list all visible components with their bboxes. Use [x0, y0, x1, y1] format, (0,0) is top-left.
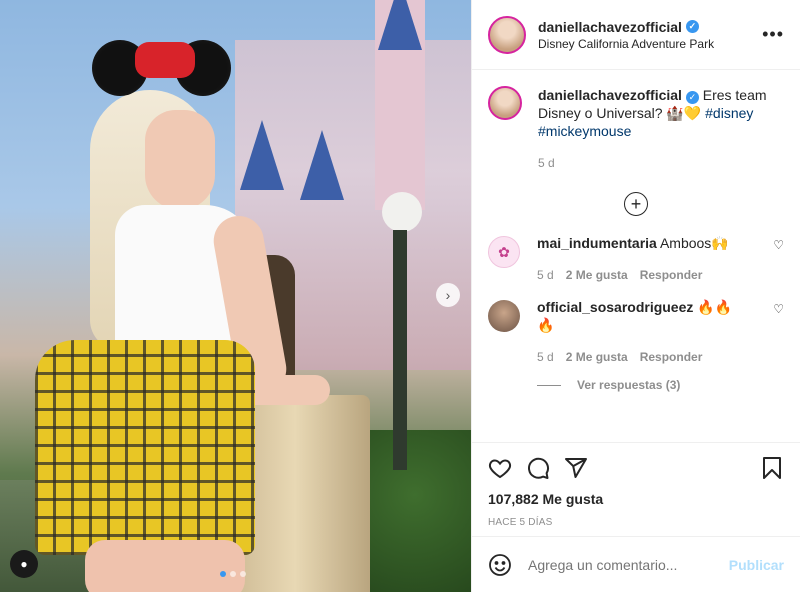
reply-button[interactable]: Responder: [640, 266, 703, 284]
view-replies-button[interactable]: Ver respuestas (3): [537, 378, 784, 392]
comment-item: ✿ mai_indumentaria Amboos🙌 5 d 2 Me gust…: [488, 234, 784, 284]
commenter-username[interactable]: official_sosarodrigueez: [537, 299, 693, 315]
author-avatar[interactable]: [488, 86, 522, 120]
emoji-icon[interactable]: [488, 553, 512, 577]
carousel-dot: [220, 571, 226, 577]
heart-icon[interactable]: [488, 456, 512, 480]
commenter-avatar[interactable]: ✿: [488, 236, 520, 268]
tagged-users-icon[interactable]: ●: [10, 550, 38, 578]
post-modal: › ● daniellachavezofficial ✓ Disney Cali…: [0, 0, 800, 592]
post-location[interactable]: Disney California Adventure Park: [538, 37, 762, 51]
comment-text: Amboos🙌: [659, 235, 729, 251]
verified-badge-icon: ✓: [685, 20, 699, 33]
lamp-globe: [382, 192, 422, 232]
author-avatar[interactable]: [488, 15, 526, 54]
comment-item: official_sosarodrigueez 🔥🔥🔥 5 d 2 Me gus…: [488, 298, 784, 366]
load-more-comments[interactable]: +: [488, 192, 784, 216]
author-username[interactable]: daniellachavezofficial: [538, 19, 682, 35]
carousel-next-button[interactable]: ›: [436, 283, 460, 307]
publish-button[interactable]: Publicar: [729, 557, 784, 573]
post-actions: 107,882 Me gusta HACE 5 DÍAS: [472, 442, 800, 536]
view-replies-label[interactable]: Ver respuestas (3): [577, 378, 680, 392]
comment-icon[interactable]: [526, 456, 550, 480]
reply-button[interactable]: Responder: [640, 348, 703, 366]
post-timestamp: HACE 5 DÍAS: [488, 517, 553, 528]
divider: [537, 384, 561, 386]
post-image[interactable]: › ●: [0, 0, 471, 592]
post-caption: daniellachavezofficial ✓ Eres team Disne…: [488, 86, 784, 172]
castle-spire: [378, 0, 422, 50]
likes-count[interactable]: 107,882 Me gusta: [488, 491, 784, 507]
carousel-dot: [230, 571, 236, 577]
person: [35, 40, 335, 592]
hashtag-link[interactable]: #disney: [705, 105, 753, 121]
comment-likes[interactable]: 2 Me gusta: [566, 348, 628, 366]
comment-likes[interactable]: 2 Me gusta: [566, 266, 628, 284]
comment-heart-icon[interactable]: ♡: [773, 238, 784, 252]
commenter-username[interactable]: mai_indumentaria: [537, 235, 657, 251]
post-header: daniellachavezofficial ✓ Disney Californ…: [472, 0, 800, 70]
comments-section: daniellachavezofficial ✓ Eres team Disne…: [472, 70, 800, 442]
share-icon[interactable]: [564, 456, 588, 480]
lamp-post: [393, 230, 407, 470]
bookmark-icon[interactable]: [760, 456, 784, 480]
caption-username[interactable]: daniellachavezofficial: [538, 87, 682, 103]
comment-time: 5 d: [537, 350, 554, 364]
hashtag-link[interactable]: #mickeymouse: [538, 123, 631, 139]
post-sidebar: daniellachavezofficial ✓ Disney Californ…: [471, 0, 800, 592]
plus-circle-icon[interactable]: +: [624, 192, 648, 216]
commenter-avatar[interactable]: [488, 300, 520, 332]
plaid-skirt: [35, 340, 255, 555]
carousel-indicator: [220, 571, 246, 577]
comment-input[interactable]: [528, 556, 729, 573]
comment-time: 5 d: [537, 268, 554, 282]
caption-time: 5 d: [538, 156, 555, 170]
face: [145, 110, 215, 210]
chevron-right-icon: ›: [445, 287, 451, 303]
more-options-icon[interactable]: •••: [762, 24, 784, 45]
legs: [85, 540, 245, 592]
red-bow: [135, 42, 195, 78]
comment-composer: Publicar: [472, 536, 800, 592]
verified-badge-icon: ✓: [685, 90, 699, 104]
comment-heart-icon[interactable]: ♡: [773, 302, 784, 316]
carousel-dot: [240, 571, 246, 577]
